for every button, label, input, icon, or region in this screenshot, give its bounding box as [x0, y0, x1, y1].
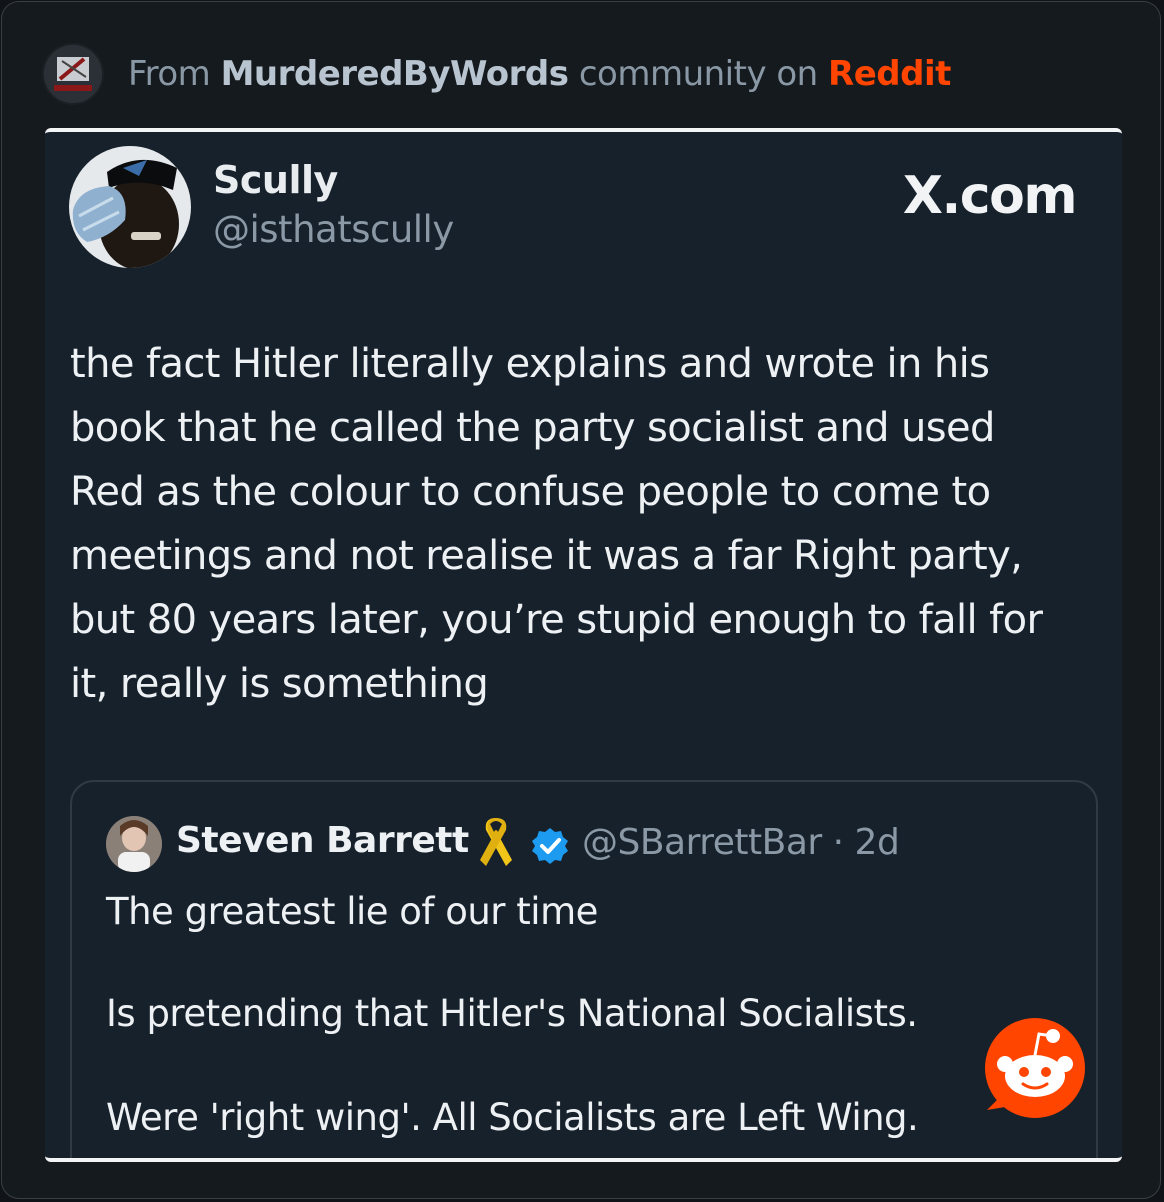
author-avatar [69, 146, 191, 268]
embed-header-text: From MurderedByWords community on Reddit [128, 54, 951, 94]
author-name[interactable]: Scully [213, 158, 338, 202]
author-handle[interactable]: @isthatscully [213, 208, 454, 251]
tweet-text: the fact Hitler literally explains and w… [70, 341, 1043, 707]
reddit-link[interactable]: Reddit [828, 54, 951, 94]
quoted-text-line: Were 'right wing'. All Socialists are Le… [106, 1096, 919, 1139]
reddit-embed-frame: From MurderedByWords community on Reddit… [1, 1, 1161, 1199]
header-prefix: From [128, 54, 211, 94]
reddit-snoo-icon[interactable] [981, 1014, 1089, 1122]
quoted-tweet[interactable]: Steven Barrett @SBarrettBar · 2d The gre… [70, 780, 1098, 1158]
quoted-text-line: Is pretending that Hitler's National Soc… [106, 992, 918, 1035]
source-label: X.com [902, 166, 1078, 226]
quoted-avatar-image [106, 816, 162, 872]
header-middle: community on [578, 54, 818, 94]
verified-badge-icon [532, 828, 568, 864]
quoted-author-name[interactable]: Steven Barrett [176, 820, 469, 861]
subreddit-logo[interactable] [42, 43, 104, 105]
yellow-ribbon-icon [480, 818, 512, 866]
subreddit-link[interactable]: MurderedByWords [221, 54, 569, 94]
post-image-card[interactable]: Scully @isthatscully X.com the fact Hitl… [45, 128, 1122, 1162]
avatar-image [69, 146, 191, 268]
quoted-author-avatar [106, 816, 162, 872]
quoted-text-line: The greatest lie of our time [106, 890, 598, 933]
embed-header: From MurderedByWords community on Reddit [42, 42, 1142, 106]
quoted-handle-time[interactable]: @SBarrettBar · 2d [582, 822, 900, 863]
murderedbywords-logo-icon [44, 45, 102, 103]
